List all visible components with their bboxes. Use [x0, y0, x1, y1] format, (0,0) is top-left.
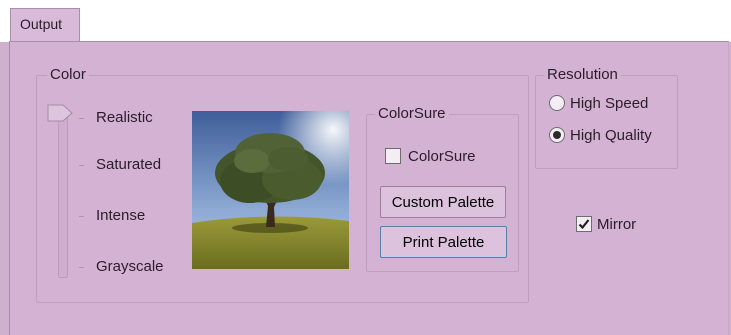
tab-output[interactable]: Output [10, 8, 80, 42]
colorsure-checkbox[interactable] [385, 148, 401, 164]
print-palette-button[interactable]: Print Palette [380, 226, 507, 258]
slider-tick [79, 118, 84, 119]
slider-tick [79, 267, 84, 268]
tab-strip: Output [0, 0, 731, 42]
resolution-group: Resolution [535, 66, 678, 169]
high-quality-radio[interactable] [549, 127, 565, 143]
level-label-saturated[interactable]: Saturated [96, 156, 161, 173]
high-speed-label[interactable]: High Speed [570, 95, 648, 112]
high-speed-radio[interactable] [549, 95, 565, 111]
color-level-slider-thumb[interactable] [47, 104, 73, 122]
level-label-realistic[interactable]: Realistic [96, 109, 153, 126]
color-preview-image [192, 111, 349, 269]
high-quality-label[interactable]: High Quality [570, 127, 652, 144]
custom-palette-button[interactable]: Custom Palette [380, 186, 506, 218]
resolution-group-title: Resolution [544, 66, 621, 83]
color-level-slider-track[interactable] [58, 114, 68, 278]
slider-tick [79, 216, 84, 217]
colorsure-group-title: ColorSure [375, 105, 449, 122]
mirror-checkbox[interactable] [576, 216, 592, 232]
radio-selected-dot [553, 131, 561, 139]
mirror-label[interactable]: Mirror [597, 216, 636, 233]
colorsure-checkbox-label[interactable]: ColorSure [408, 148, 476, 165]
level-label-grayscale[interactable]: Grayscale [96, 258, 164, 275]
slider-tick [79, 165, 84, 166]
checkmark-icon [578, 219, 590, 230]
level-label-intense[interactable]: Intense [96, 207, 145, 224]
color-group-title: Color [47, 66, 89, 83]
tab-output-label: Output [20, 16, 63, 32]
